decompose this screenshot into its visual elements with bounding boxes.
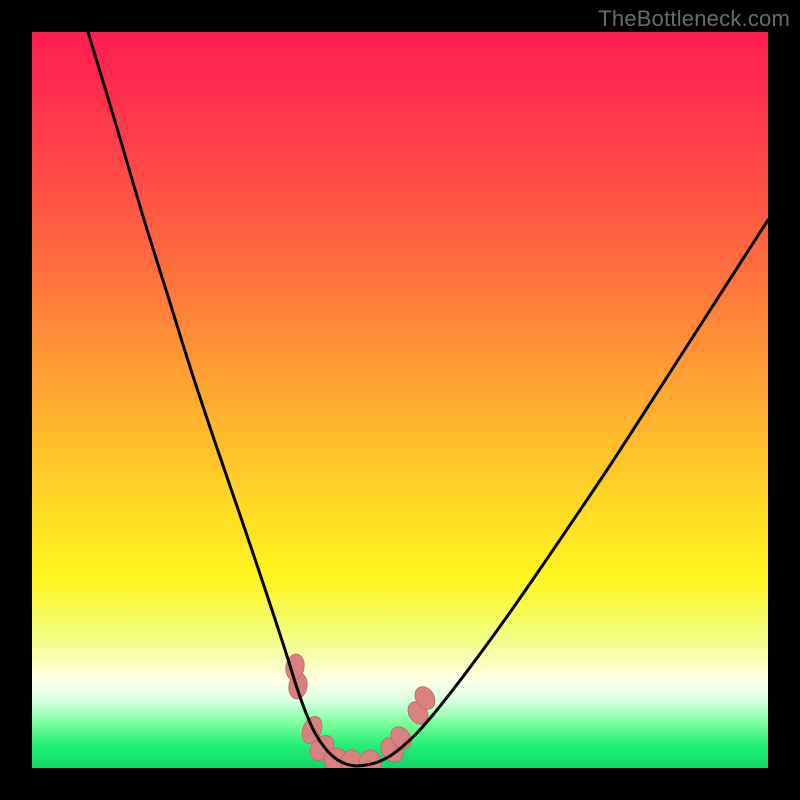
watermark-text: TheBottleneck.com	[598, 6, 790, 32]
markers-group	[284, 653, 439, 768]
chart-frame: TheBottleneck.com	[0, 0, 800, 800]
left-branch-curve	[88, 32, 356, 766]
plot-area	[32, 32, 768, 768]
chart-overlay	[32, 32, 768, 768]
right-branch-curve	[356, 220, 768, 766]
